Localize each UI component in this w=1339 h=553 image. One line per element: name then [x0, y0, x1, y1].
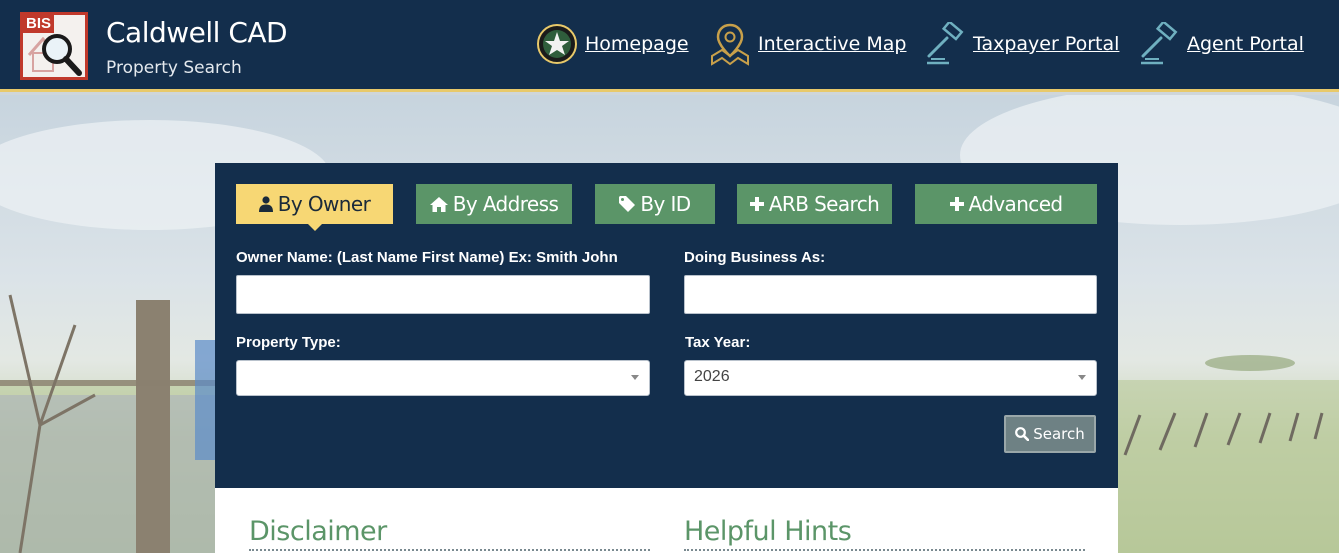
plus-icon — [749, 197, 764, 211]
nav-taxpayer-portal[interactable]: Taxpayer Portal — [923, 20, 1120, 66]
tab-advanced-label: Advanced — [968, 192, 1064, 216]
texas-star-seal-icon — [535, 22, 579, 66]
search-button[interactable]: Search — [1004, 415, 1096, 453]
tax-year-label: Tax Year: — [685, 334, 751, 351]
logo-badge: BIS — [23, 15, 55, 33]
site-subtitle: Property Search — [106, 58, 242, 78]
tab-by-address-label: By Address — [452, 192, 559, 216]
nav-interactive-map[interactable]: Interactive Map — [708, 22, 906, 66]
tab-arb-search-label: ARB Search — [768, 192, 880, 216]
user-icon — [258, 196, 273, 212]
tax-year-select[interactable]: 2026 — [684, 360, 1097, 396]
tab-by-owner-label: By Owner — [277, 192, 371, 216]
chevron-down-icon — [631, 375, 639, 380]
nav-agent-portal[interactable]: Agent Portal — [1137, 20, 1304, 66]
nav-homepage-label: Homepage — [585, 33, 689, 55]
gavel-icon — [923, 20, 967, 66]
helpful-hints-heading: Helpful Hints — [684, 516, 1085, 551]
dba-label: Doing Business As: — [684, 249, 826, 266]
nav-agent-portal-label: Agent Portal — [1187, 33, 1304, 55]
owner-name-input[interactable] — [236, 275, 650, 314]
bis-logo[interactable]: BIS — [20, 12, 88, 80]
nav-homepage[interactable]: Homepage — [535, 22, 689, 66]
dba-input[interactable] — [684, 275, 1097, 314]
map-pin-icon — [708, 22, 752, 66]
tax-year-value: 2026 — [694, 368, 730, 385]
tag-icon — [619, 196, 636, 212]
nav-interactive-map-label: Interactive Map — [758, 33, 907, 55]
disclaimer-heading: Disclaimer — [249, 516, 650, 551]
tab-by-id-label: By ID — [640, 192, 691, 216]
property-type-select[interactable] — [236, 360, 650, 396]
tab-by-address[interactable]: By Address — [416, 184, 572, 224]
owner-name-label: Owner Name: (Last Name First Name) Ex: S… — [236, 249, 618, 266]
search-button-label: Search — [1033, 425, 1085, 443]
site-title: Caldwell CAD — [106, 16, 288, 49]
home-icon — [429, 196, 448, 212]
tab-by-owner[interactable]: By Owner — [236, 184, 393, 231]
info-content: Disclaimer Helpful Hints — [215, 488, 1118, 553]
property-type-label: Property Type: — [236, 334, 341, 351]
tab-arb-search[interactable]: ARB Search — [737, 184, 892, 224]
gavel-icon — [1137, 20, 1181, 66]
top-header: BIS Caldwell CAD Property Search Homepag… — [0, 0, 1339, 92]
property-search-panel: By Owner By Address By ID ARB Search Adv… — [215, 163, 1118, 488]
tab-by-id[interactable]: By ID — [595, 184, 715, 224]
tab-advanced[interactable]: Advanced — [915, 184, 1097, 224]
nav-taxpayer-portal-label: Taxpayer Portal — [973, 33, 1120, 55]
chevron-down-icon — [1078, 375, 1086, 380]
search-icon — [1015, 427, 1030, 441]
plus-icon — [949, 197, 964, 211]
